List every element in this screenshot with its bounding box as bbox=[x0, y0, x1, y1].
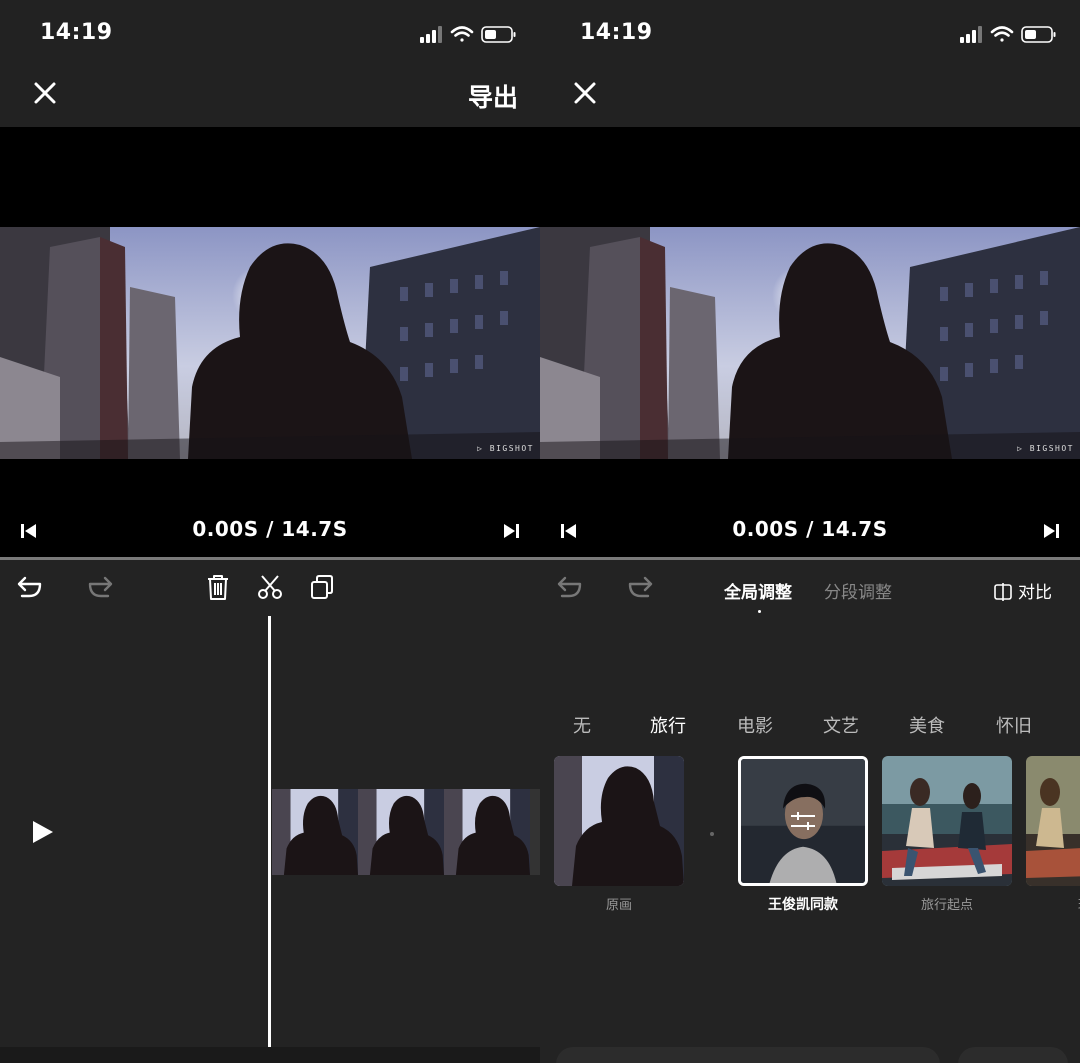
filter-selected[interactable] bbox=[738, 756, 868, 886]
category-nostalgia[interactable]: 怀旧 bbox=[996, 712, 1032, 738]
play-icon[interactable] bbox=[30, 818, 56, 846]
compare-icon bbox=[994, 583, 1012, 601]
editor-screen: 14:19 导出 ▷ BIGSHOT 0.00S / 14.7S bbox=[0, 0, 540, 1063]
bottom-pill[interactable] bbox=[958, 1047, 1068, 1063]
wifi-icon bbox=[450, 26, 474, 42]
playback-time: 0.00S / 14.7S bbox=[192, 517, 348, 541]
copy-icon[interactable] bbox=[307, 572, 337, 602]
category-travel[interactable]: 旅行 bbox=[650, 712, 686, 738]
sliders-icon bbox=[791, 812, 815, 830]
status-time: 14:19 bbox=[580, 20, 653, 45]
category-film[interactable]: 电影 bbox=[737, 712, 773, 738]
wifi-icon bbox=[990, 26, 1014, 42]
separator-dot bbox=[710, 832, 714, 836]
timeline-playhead[interactable] bbox=[268, 616, 271, 1048]
category-none[interactable]: 无 bbox=[573, 712, 591, 738]
signal-icon bbox=[420, 26, 442, 43]
tab-global-adjust[interactable]: 全局调整 bbox=[724, 578, 792, 603]
system-status-icons bbox=[420, 26, 516, 43]
battery-icon bbox=[1021, 26, 1056, 43]
compare-label: 对比 bbox=[1018, 583, 1052, 603]
filter-label: 旅行起点 bbox=[920, 898, 973, 913]
filter-thumbnail bbox=[882, 756, 1012, 886]
top-bar bbox=[540, 62, 1080, 127]
playback-time: 0.00S / 14.7S bbox=[732, 517, 888, 541]
playback-bar: 0.00S / 14.7S bbox=[0, 515, 540, 547]
bottom-bar bbox=[0, 1047, 540, 1063]
compare-button[interactable]: 对比 bbox=[994, 578, 1052, 603]
filter-original[interactable] bbox=[554, 756, 684, 886]
clip-thumbnail bbox=[272, 789, 358, 875]
close-icon[interactable] bbox=[30, 78, 60, 108]
redo-icon[interactable] bbox=[626, 572, 656, 602]
delete-icon[interactable] bbox=[203, 572, 233, 602]
timeline-editor bbox=[0, 560, 540, 1063]
signal-icon bbox=[960, 26, 982, 43]
filter-label: 原画 bbox=[605, 898, 632, 913]
export-button[interactable]: 导出 bbox=[468, 78, 518, 114]
system-status-icons bbox=[960, 26, 1056, 43]
active-tab-indicator bbox=[758, 610, 761, 613]
skip-to-end-icon[interactable] bbox=[502, 523, 520, 539]
filter-thumbnail bbox=[554, 756, 684, 886]
filter-label: 王俊凯同款 bbox=[768, 897, 838, 913]
redo-icon[interactable] bbox=[86, 572, 116, 602]
undo-icon[interactable] bbox=[554, 572, 584, 602]
clip-thumbnail bbox=[444, 789, 530, 875]
filter-travel-start[interactable] bbox=[882, 756, 1012, 886]
filter-screen: 14:19 ▷ BIGSHOT 0.00S / 14.7S 全局调整 分段调整 … bbox=[540, 0, 1080, 1063]
skip-to-end-icon[interactable] bbox=[1042, 523, 1060, 539]
filter-thumbnail bbox=[1026, 756, 1080, 886]
scissors-icon[interactable] bbox=[255, 572, 285, 602]
clip-thumbnail bbox=[358, 789, 444, 875]
battery-icon bbox=[481, 26, 516, 43]
video-preview[interactable]: ▷ BIGSHOT 0.00S / 14.7S bbox=[0, 127, 540, 557]
status-time: 14:19 bbox=[40, 20, 113, 45]
category-food[interactable]: 美食 bbox=[909, 712, 945, 738]
bottom-pill[interactable] bbox=[556, 1047, 940, 1063]
undo-icon[interactable] bbox=[14, 572, 44, 602]
watermark-label: ▷ BIGSHOT bbox=[477, 444, 534, 453]
close-icon[interactable] bbox=[570, 78, 600, 108]
category-literary[interactable]: 文艺 bbox=[823, 712, 859, 738]
video-preview[interactable]: ▷ BIGSHOT 0.00S / 14.7S bbox=[540, 127, 1080, 557]
watermark-label: ▷ BIGSHOT bbox=[1017, 444, 1074, 453]
filter-rose[interactable] bbox=[1026, 756, 1080, 886]
tab-segment-adjust[interactable]: 分段调整 bbox=[824, 578, 892, 603]
video-clip-track[interactable] bbox=[272, 789, 540, 875]
status-bar: 14:19 bbox=[540, 0, 1080, 62]
status-bar: 14:19 bbox=[0, 0, 540, 62]
filter-label: 玫瑰 bbox=[1026, 894, 1080, 913]
top-bar: 导出 bbox=[0, 62, 540, 127]
playback-bar: 0.00S / 14.7S bbox=[540, 515, 1080, 547]
filter-panel: 全局调整 分段调整 对比 无 旅行 电影 文艺 美食 怀旧 原画 王俊凯同款 旅… bbox=[540, 560, 1080, 1063]
filter-categories: 无 旅行 电影 文艺 美食 怀旧 bbox=[540, 712, 1080, 738]
